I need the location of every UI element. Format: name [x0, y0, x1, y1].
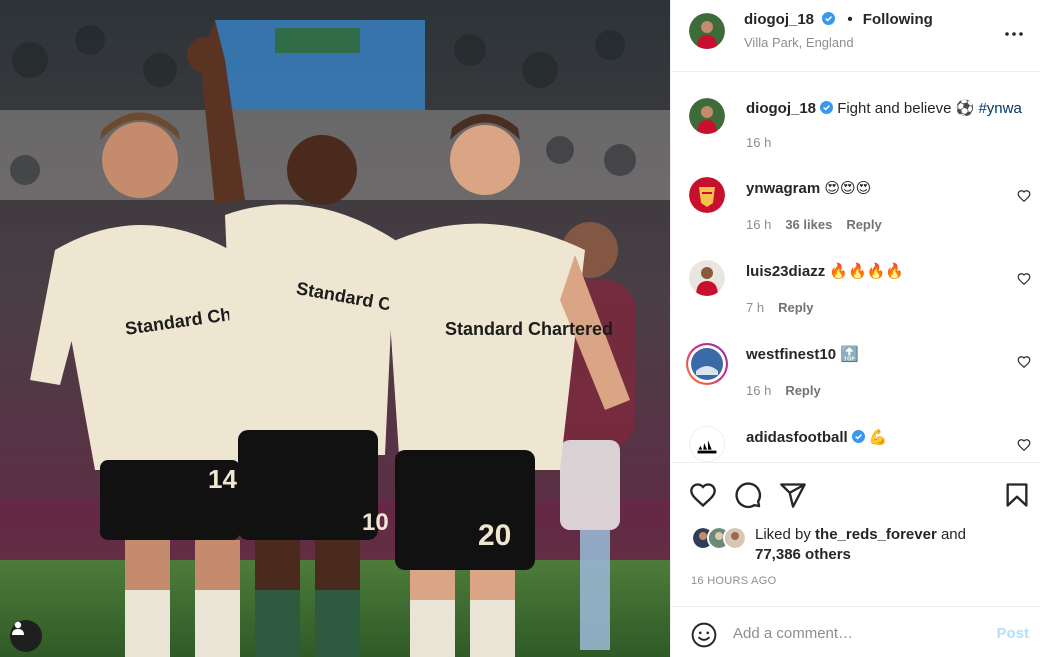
heart-icon[interactable] [1017, 189, 1031, 203]
jersey-number-center: 10 [362, 509, 389, 536]
post-comment-button[interactable]: Post [996, 625, 1029, 642]
comment-time: 7 h [746, 300, 765, 315]
verified-badge-icon [822, 12, 836, 25]
commenter-avatar[interactable] [686, 343, 728, 385]
comment-username[interactable]: ynwagram [746, 180, 820, 197]
share-icon[interactable] [779, 481, 807, 509]
add-comment-bar: Post [671, 606, 1040, 657]
post-actions: Liked by the_reds_forever and 77,386 oth… [671, 462, 1040, 606]
heart-icon[interactable] [1017, 355, 1031, 369]
header-title-row: diogoj_18 • Following [744, 11, 933, 28]
author-avatar[interactable] [689, 13, 725, 49]
comment-username[interactable]: luis23diazz [746, 263, 825, 280]
emoji-icon[interactable] [691, 622, 717, 648]
comment-meta: 16 h Reply [746, 383, 835, 398]
location-link[interactable]: Villa Park, England [744, 35, 854, 50]
comments-list[interactable]: diogoj_18 Fight and believe ⚽ #ynwa 16 h… [671, 72, 1040, 462]
bookmark-icon[interactable] [1003, 481, 1031, 509]
post-header: diogoj_18 • Following Villa Park, Englan… [671, 0, 1040, 72]
post-image: Standard Chartered 14 Standard Chartered… [0, 0, 670, 657]
comment-text: 🔥🔥🔥🔥 [829, 263, 905, 280]
post-timestamp[interactable]: 16 HOURS AGO [691, 575, 777, 587]
more-options-icon[interactable] [1002, 22, 1026, 46]
jersey-number-right: 20 [478, 519, 511, 552]
liker-avatars [691, 526, 751, 552]
caption-username[interactable]: diogoj_18 [746, 100, 816, 117]
comment-input[interactable] [733, 617, 973, 649]
comment-text-row: luis23diazz 🔥🔥🔥🔥 [746, 262, 904, 280]
sponsor-text-right: Standard Chartered [445, 319, 613, 339]
comment-text: 💪 [868, 429, 888, 446]
comment-icon[interactable] [734, 481, 762, 509]
comment-text: 🔝 [840, 346, 859, 363]
comment-likes[interactable]: 36 likes [785, 217, 832, 232]
comment-text-row: ynwagram 😍😍😍 [746, 179, 871, 197]
caption-avatar[interactable] [689, 98, 725, 134]
user-tag-icon [12, 621, 24, 635]
verified-badge-icon [851, 430, 865, 443]
caption-text-row: diogoj_18 Fight and believe ⚽ #ynwa [746, 99, 1022, 117]
hashtag-link[interactable]: #ynwa [978, 100, 1021, 117]
comment-username[interactable]: adidasfootball [746, 429, 848, 446]
likes-text: Liked by the_reds_forever and 77,386 oth… [755, 525, 1015, 565]
liked-by-user[interactable]: the_reds_forever [815, 526, 937, 543]
comment-time: 16 h [746, 217, 772, 232]
liker-avatar [723, 526, 747, 550]
following-button[interactable]: Following [863, 11, 933, 28]
liked-by-and: and [940, 526, 966, 543]
commenter-avatar[interactable] [689, 426, 725, 462]
comment-text: 😍😍😍 [824, 180, 872, 197]
commenter-avatar[interactable] [689, 177, 725, 213]
caption-time: 16 h [746, 135, 772, 150]
reply-button[interactable]: Reply [778, 300, 813, 315]
caption-meta: 16 h [746, 135, 785, 150]
liked-by-others[interactable]: 77,386 others [755, 546, 851, 563]
commenter-avatar[interactable] [689, 260, 725, 296]
comment-meta: 16 h 36 likes Reply [746, 217, 896, 232]
comment-text-row: adidasfootball 💪 [746, 428, 888, 446]
caption-text: Fight and believe ⚽ [837, 100, 975, 117]
post-side-panel: diogoj_18 • Following Villa Park, Englan… [670, 0, 1040, 657]
post-photo[interactable]: Standard Chartered 14 Standard Chartered… [0, 0, 670, 657]
verified-badge-icon [820, 101, 834, 114]
comment-text-row: westfinest10 🔝 [746, 345, 859, 363]
liked-by-prefix: Liked by [755, 526, 811, 543]
heart-icon[interactable] [1017, 438, 1031, 452]
heart-icon[interactable] [1017, 272, 1031, 286]
author-username[interactable]: diogoj_18 [744, 11, 814, 28]
heart-icon[interactable] [689, 481, 717, 509]
comment-username[interactable]: westfinest10 [746, 346, 836, 363]
separator-dot: • [847, 11, 853, 28]
jersey-number-left: 14 [208, 464, 237, 494]
reply-button[interactable]: Reply [785, 383, 820, 398]
user-tag-button[interactable] [10, 620, 42, 652]
comment-time: 16 h [746, 383, 772, 398]
comment-meta: 7 h Reply [746, 300, 827, 315]
reply-button[interactable]: Reply [846, 217, 881, 232]
